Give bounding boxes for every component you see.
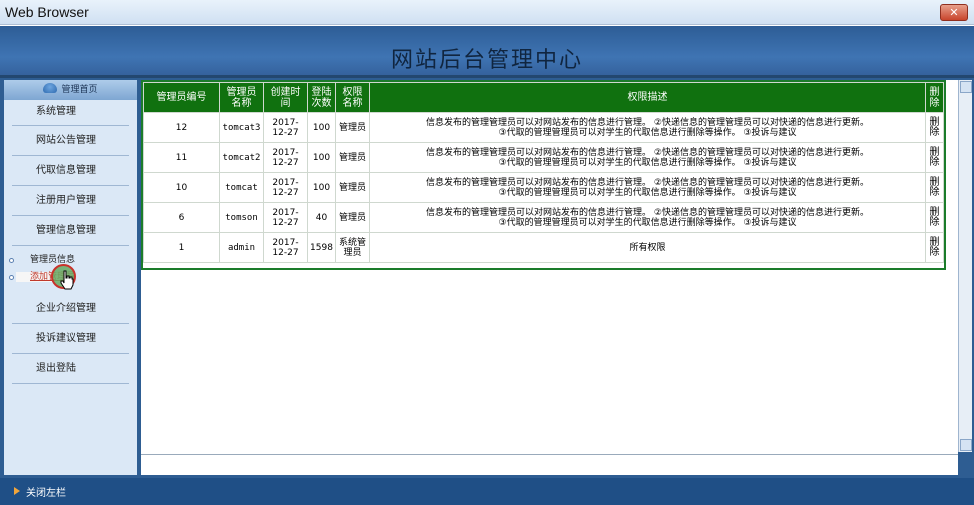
cell-role: 管理员 xyxy=(335,142,370,173)
arrow-right-icon xyxy=(14,487,20,495)
table-row: 1 admin 2017-12-27 1598 系统管理员 所有权限 删除 xyxy=(143,232,944,263)
site-title: 网站后台管理中心 xyxy=(390,48,583,73)
cell-logins: 40 xyxy=(307,202,336,233)
table-row: 12 tomcat3 2017-12-27 100 管理员 信息发布的管理管理员可以对网站… xyxy=(143,112,944,143)
content-divider xyxy=(141,454,958,455)
admin-table: 管理员编号 管理员名称 创建时间 登陆次数 权限名称 权限描述 删除 12 tom… xyxy=(143,82,944,263)
sidebar-item-admin-info[interactable]: 管理信息管理 xyxy=(12,216,129,246)
permissions-line-1: 信息发布的管理管理员可以对网站发布的信息进行管理。 ②快递信息的管理管理员可以对… xyxy=(426,207,869,218)
delete-link[interactable]: 删除 xyxy=(925,172,944,203)
cell-name: tomcat xyxy=(219,172,264,203)
bullet-icon xyxy=(9,275,14,280)
cell-name: admin xyxy=(219,232,264,263)
cell-permissions: 信息发布的管理管理员可以对网站发布的信息进行管理。 ②快递信息的管理管理员可以对… xyxy=(369,142,926,173)
cell-name: tomson xyxy=(219,202,264,233)
sidebar-home-link[interactable]: 管理首页 xyxy=(4,80,137,100)
delete-link[interactable]: 删除 xyxy=(925,142,944,173)
cell-logins: 100 xyxy=(307,142,336,173)
permissions-line-2: ③代取的管理管理员可以对学生的代取信息进行删除等操作。 ③投诉与建议 xyxy=(498,157,797,168)
bullet-icon xyxy=(9,258,14,263)
permissions-line-1: 所有权限 xyxy=(629,242,666,253)
permissions-line-1: 信息发布的管理管理员可以对网站发布的信息进行管理。 ②快递信息的管理管理员可以对… xyxy=(426,147,869,158)
permissions-line-1: 信息发布的管理管理员可以对网站发布的信息进行管理。 ②快递信息的管理管理员可以对… xyxy=(426,117,869,128)
cell-id: 10 xyxy=(143,172,220,203)
cell-created: 2017-12-27 xyxy=(263,142,308,173)
cell-name: tomcat3 xyxy=(219,112,264,143)
permissions-line-2: ③代取的管理管理员可以对学生的代取信息进行删除等操作。 ③投诉与建议 xyxy=(498,127,797,138)
close-sidebar-link[interactable]: 关闭左栏 xyxy=(26,484,66,499)
table-row: 10 tomcat 2017-12-27 100 管理员 信息发布的管理管理员可以对网站发… xyxy=(143,172,944,203)
vertical-scrollbar[interactable] xyxy=(958,80,972,452)
header-banner: 网站后台管理中心 xyxy=(0,26,974,78)
sidebar-item-system[interactable]: 系统管理 xyxy=(12,100,129,126)
window-titlebar: Web Browser ✕ xyxy=(0,0,974,25)
cell-logins: 100 xyxy=(307,112,336,143)
delete-link[interactable]: 删除 xyxy=(925,202,944,233)
sidebar-item-announcements[interactable]: 网站公告管理 xyxy=(12,126,129,156)
cell-created: 2017-12-27 xyxy=(263,112,308,143)
cell-role: 管理员 xyxy=(335,112,370,143)
window-close-button[interactable]: ✕ xyxy=(940,4,968,21)
cell-logins: 100 xyxy=(307,172,336,203)
content-area: 管理员编号 管理员名称 创建时间 登陆次数 权限名称 权限描述 删除 12 tom… xyxy=(141,80,958,475)
sidebar-item-complaints[interactable]: 投诉建议管理 xyxy=(12,324,129,354)
scroll-up-arrow-icon[interactable] xyxy=(960,81,972,93)
cell-role: 系统管理员 xyxy=(335,232,370,263)
cell-id: 1 xyxy=(143,232,220,263)
permissions-line-1: 信息发布的管理管理员可以对网站发布的信息进行管理。 ②快递信息的管理管理员可以对… xyxy=(426,177,869,188)
bottom-bar: 关闭左栏 xyxy=(0,478,974,505)
cell-permissions: 信息发布的管理管理员可以对网站发布的信息进行管理。 ②快递信息的管理管理员可以对… xyxy=(369,172,926,203)
scroll-down-arrow-icon[interactable] xyxy=(960,439,972,451)
col-header-id: 管理员编号 xyxy=(143,82,220,113)
col-header-role: 权限名称 xyxy=(335,82,370,113)
home-icon xyxy=(43,83,58,93)
col-header-logins: 登陆次数 xyxy=(307,82,336,113)
cell-id: 12 xyxy=(143,112,220,143)
cell-id: 6 xyxy=(143,202,220,233)
permissions-line-2: ③代取的管理管理员可以对学生的代取信息进行删除等操作。 ③投诉与建议 xyxy=(498,217,797,228)
sidebar-item-pickup-info[interactable]: 代取信息管理 xyxy=(12,156,129,186)
col-header-name: 管理员名称 xyxy=(219,82,264,113)
sidebar-item-company-intro[interactable]: 企业介绍管理 xyxy=(12,294,129,324)
cell-logins: 1598 xyxy=(307,232,336,263)
col-header-delete: 删除 xyxy=(925,82,944,113)
cell-id: 11 xyxy=(143,142,220,173)
delete-link[interactable]: 删除 xyxy=(925,112,944,143)
hand-cursor-icon xyxy=(60,270,74,290)
cell-created: 2017-12-27 xyxy=(263,232,308,263)
cell-created: 2017-12-27 xyxy=(263,202,308,233)
table-row: 11 tomcat2 2017-12-27 100 管理员 信息发布的管理管理员可以对网站… xyxy=(143,142,944,173)
col-header-created: 创建时间 xyxy=(263,82,308,113)
permissions-line-2: ③代取的管理管理员可以对学生的代取信息进行删除等操作。 ③投诉与建议 xyxy=(498,187,797,198)
cell-permissions: 信息发布的管理管理员可以对网站发布的信息进行管理。 ②快递信息的管理管理员可以对… xyxy=(369,112,926,143)
cell-permissions: 所有权限 xyxy=(369,232,926,263)
cell-permissions: 信息发布的管理管理员可以对网站发布的信息进行管理。 ②快递信息的管理管理员可以对… xyxy=(369,202,926,233)
sidebar-home-label: 管理首页 xyxy=(61,85,98,95)
sidebar-item-registered-users[interactable]: 注册用户管理 xyxy=(12,186,129,216)
sidebar-item-logout[interactable]: 退出登陆 xyxy=(12,354,129,384)
window-title: Web Browser xyxy=(5,4,89,20)
col-header-permissions: 权限描述 xyxy=(369,82,926,113)
delete-link[interactable]: 删除 xyxy=(925,232,944,263)
cell-name: tomcat2 xyxy=(219,142,264,173)
table-row: 6 tomson 2017-12-27 40 管理员 信息发布的管理管理员可以对网站发布的… xyxy=(143,202,944,233)
table-header-row: 管理员编号 管理员名称 创建时间 登陆次数 权限名称 权限描述 删除 xyxy=(143,82,944,113)
cell-role: 管理员 xyxy=(335,202,370,233)
cell-created: 2017-12-27 xyxy=(263,172,308,203)
cell-role: 管理员 xyxy=(335,172,370,203)
